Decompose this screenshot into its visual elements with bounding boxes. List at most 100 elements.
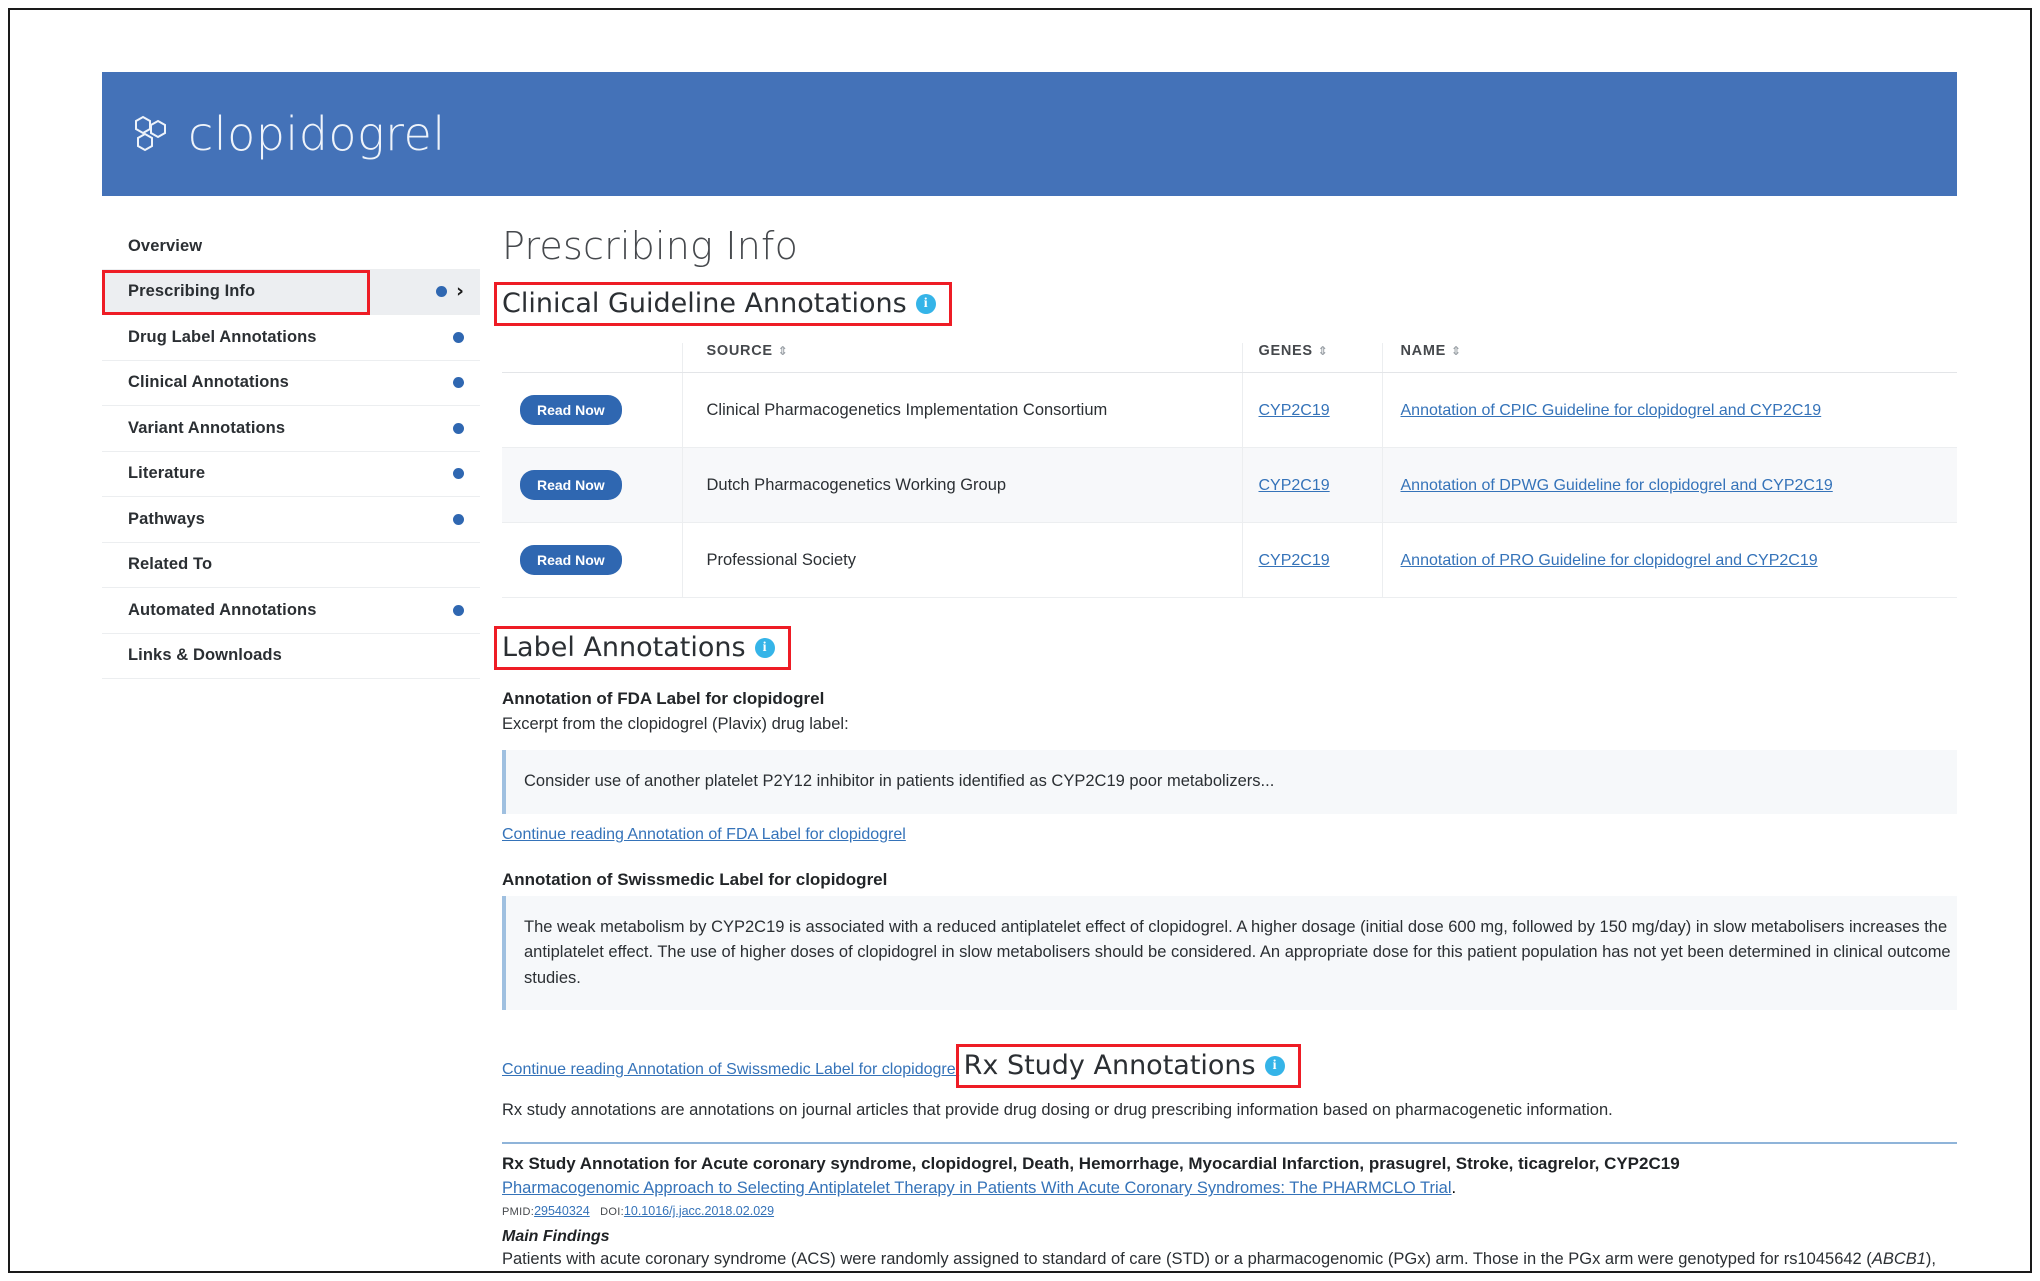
sort-icon[interactable]: ⇕ (1451, 344, 1462, 358)
main-content: Prescribing Info Clinical Guideline Anno… (480, 224, 1957, 1271)
page-title: Prescribing Info (502, 224, 799, 268)
annotation-name-link[interactable]: Annotation of PRO Guideline for clopidog… (1401, 552, 1818, 569)
header-label-source: SOURCE (706, 343, 773, 359)
table-header-name[interactable]: NAME ⇕ (1381, 343, 1957, 373)
sidebar-nav: Overview Prescribing Info › Drug Label Anno… (102, 224, 480, 1271)
info-icon[interactable]: i (915, 293, 936, 314)
annotation-name-link[interactable]: Annotation of CPIC Guideline for clopido… (1401, 402, 1822, 419)
header-label-name: NAME (1400, 343, 1446, 359)
sidebar-item-label: Drug Label Annotations (128, 327, 317, 346)
main-findings-pre: Patients with acute coronary syndrome (A… (502, 1250, 1872, 1269)
sidebar-item-indicators (453, 406, 464, 451)
gene-link[interactable]: CYP2C19 (1259, 402, 1330, 419)
cell-genes: CYP2C19 (1241, 522, 1382, 598)
main-findings-gene: ABCB1 (1871, 1250, 1926, 1269)
sidebar-item-literature[interactable]: Literature (102, 452, 480, 497)
fda-excerpt-quote: Consider use of another platelet P2Y12 i… (502, 750, 1957, 814)
figure-frame: clopidogrel Overview Prescribing Info › Dru… (8, 8, 2032, 1273)
cell-action: Read Now (502, 522, 682, 598)
hexagon-cluster-logo-icon (130, 112, 174, 156)
cell-action: Read Now (502, 447, 682, 523)
sidebar-item-label: Pathways (128, 509, 205, 528)
cell-source: Professional Society (681, 522, 1242, 598)
sidebar-item-clinical-annotations[interactable]: Clinical Annotations (102, 361, 480, 406)
read-now-button[interactable]: Read Now (520, 545, 622, 575)
pmid-link[interactable]: 29540324 (534, 1204, 590, 1218)
status-dot-icon (453, 331, 464, 343)
sidebar-item-overview[interactable]: Overview (102, 224, 480, 270)
main-findings-text: Patients with acute coronary syndrome (A… (502, 1250, 1957, 1271)
sidebar-item-prescribing-info[interactable]: Prescribing Info › (102, 269, 480, 315)
swissmedic-excerpt-quote: The weak metabolism by CYP2C19 is associ… (502, 895, 1957, 1011)
sidebar-item-related-to[interactable]: Related To (102, 543, 480, 588)
chevron-right-icon[interactable]: › (456, 282, 464, 301)
table-row: Read Now Professional Society CYP2C19 Annot… (502, 522, 1957, 598)
sidebar-item-indicators (453, 497, 464, 542)
sidebar-item-automated-annotations[interactable]: Automated Annotations (102, 588, 480, 634)
sidebar-item-label: Clinical Annotations (128, 373, 289, 392)
sidebar-item-label: Prescribing Info (128, 282, 256, 301)
table-header-row: SOURCE ⇕ GENES ⇕ NAME ⇕ (502, 343, 1957, 373)
sidebar-item-pathways[interactable]: Pathways (102, 497, 480, 543)
citation-period: . (1451, 1179, 1457, 1198)
sidebar-item-label: Links & Downloads (128, 646, 282, 665)
read-now-button[interactable]: Read Now (520, 395, 622, 425)
gene-link[interactable]: CYP2C19 (1259, 552, 1330, 569)
status-dot-icon (453, 377, 464, 389)
cell-name: Annotation of CPIC Guideline for clopido… (1381, 372, 1957, 448)
status-dot-icon (453, 604, 464, 616)
sort-icon[interactable]: ⇕ (778, 344, 789, 358)
sidebar-item-label: Literature (128, 464, 206, 483)
main-findings-label: Main Findings (502, 1228, 610, 1246)
body-columns: Overview Prescribing Info › Drug Label Anno… (102, 224, 1957, 1271)
sidebar-item-variant-annotations[interactable]: Variant Annotations (102, 406, 480, 452)
cell-source: Dutch Pharmacogenetics Working Group (681, 447, 1242, 523)
clinical-guideline-annotations-heading: Clinical Guideline Annotations i (502, 288, 936, 319)
table-row: Read Now Dutch Pharmacogenetics Working G… (502, 447, 1957, 523)
label-annotations-heading: Label Annotations i (502, 632, 775, 663)
sidebar-item-label: Overview (128, 236, 203, 255)
sidebar-item-indicators: › (436, 270, 464, 315)
rx-study-citation-link[interactable]: Pharmacogenomic Approach to Selecting An… (502, 1179, 1452, 1197)
status-dot-icon (453, 422, 464, 434)
app-header-banner: clopidogrel (102, 72, 1957, 196)
doi-link[interactable]: 10.1016/j.jacc.2018.02.029 (624, 1204, 774, 1218)
sidebar-item-links-downloads[interactable]: Links & Downloads (102, 634, 480, 679)
continue-reading-fda-link[interactable]: Continue reading Annotation of FDA Label… (502, 826, 906, 844)
page-container: clopidogrel Overview Prescribing Info › Dru… (102, 72, 1957, 1271)
info-icon[interactable]: i (1264, 1055, 1285, 1076)
annotation-name-link[interactable]: Annotation of DPWG Guideline for clopido… (1401, 477, 1833, 494)
cell-genes: CYP2C19 (1241, 447, 1382, 523)
rx-study-intro: Rx study annotations are annotations on … (502, 1101, 1613, 1120)
rx-study-divider (502, 1142, 1957, 1145)
pmid-label: PMID: (502, 1206, 535, 1219)
rx-study-annotations-heading: Rx Study Annotations i (964, 1050, 1285, 1081)
info-icon[interactable]: i (754, 637, 775, 658)
continue-reading-swissmedic-link[interactable]: Continue reading Annotation of Swissmedi… (502, 1061, 959, 1079)
sidebar-item-indicators (453, 315, 464, 360)
header-label-genes: GENES (1258, 343, 1313, 359)
table-header-source[interactable]: SOURCE ⇕ (681, 343, 1242, 373)
section-heading-label: Clinical Guideline Annotations (502, 288, 907, 319)
section-heading-label: Label Annotations (502, 632, 746, 663)
rx-study-identifiers: PMID:29540324 DOI:10.1016/j.jacc.2018.02… (502, 1204, 1957, 1218)
brand-title: clopidogrel (188, 107, 446, 161)
clinical-guideline-table: SOURCE ⇕ GENES ⇕ NAME ⇕ Read Now Clinical Ph… (502, 343, 1957, 598)
table-header-genes[interactable]: GENES ⇕ (1241, 343, 1382, 373)
gene-link[interactable]: CYP2C19 (1259, 477, 1330, 494)
read-now-button[interactable]: Read Now (520, 470, 622, 500)
sidebar-item-label: Variant Annotations (128, 418, 286, 437)
sidebar-item-label: Related To (128, 555, 213, 574)
doi-label: DOI: (600, 1206, 624, 1219)
table-body: Read Now Clinical Pharmacogenetics Implem… (502, 372, 1957, 598)
swissmedic-annotation-title: Annotation of Swissmedic Label for clopi… (502, 869, 888, 889)
sort-icon[interactable]: ⇕ (1318, 344, 1329, 358)
sidebar-item-label: Automated Annotations (128, 600, 317, 619)
section-heading-label: Rx Study Annotations (963, 1050, 1256, 1082)
sidebar-item-drug-label-annotations[interactable]: Drug Label Annotations (102, 315, 480, 361)
sidebar-item-indicators (453, 452, 464, 497)
status-dot-icon (453, 513, 464, 525)
status-dot-icon (453, 468, 464, 480)
table-header-action (502, 343, 682, 373)
fda-excerpt-lead: Excerpt from the clopidogrel (Plavix) dr… (502, 715, 849, 733)
